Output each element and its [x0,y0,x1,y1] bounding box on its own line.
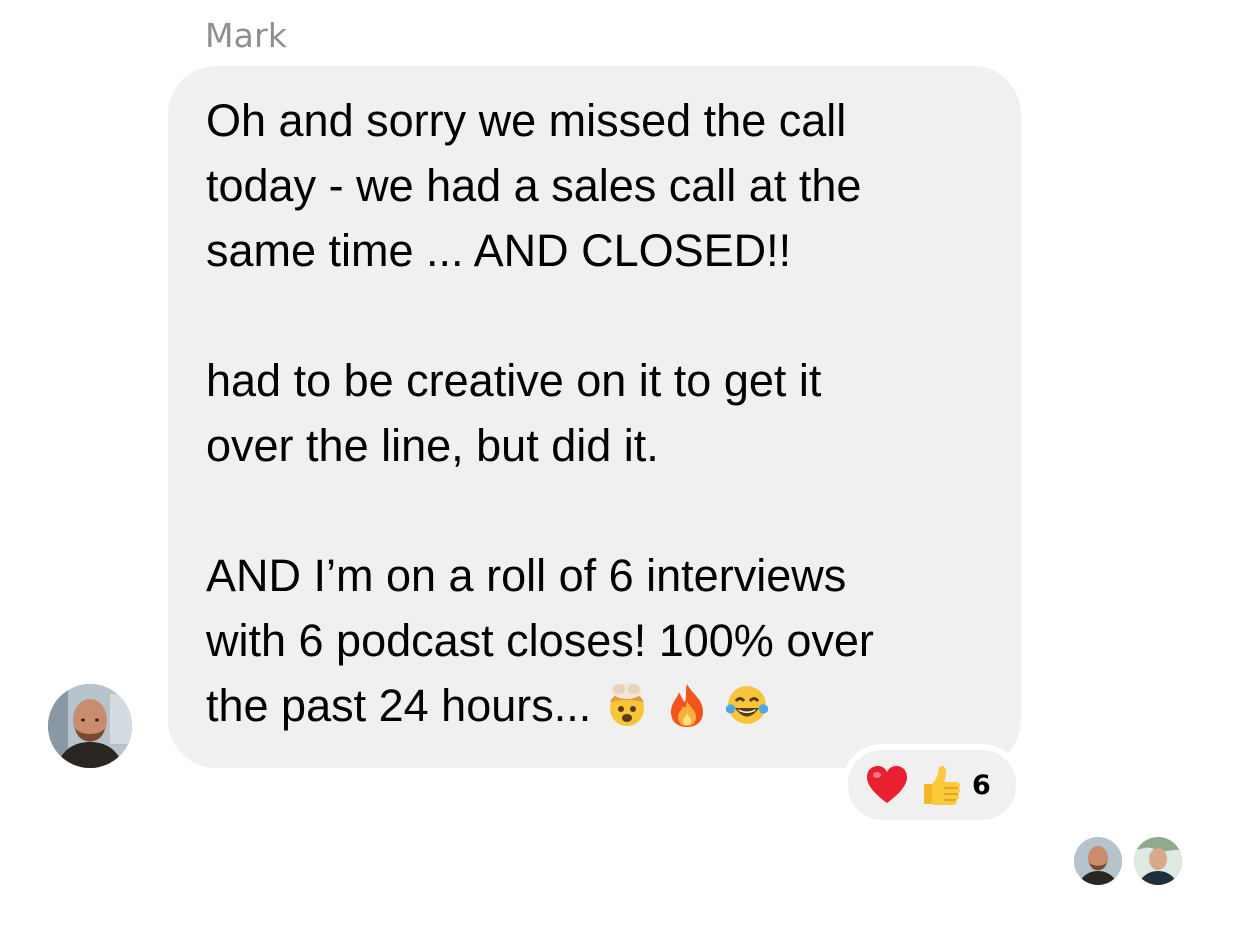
message-bubble[interactable]: Oh and sorry we missed the call today - … [168,66,1021,768]
thumbs-up-emoji [918,762,964,808]
sender-name: Mark [205,16,288,55]
message-paragraph: had to be creative on it to get it over … [206,355,822,471]
reactions-pill[interactable]: 6 [842,744,1022,826]
sender-avatar[interactable] [48,684,132,768]
fire-emoji [663,681,711,729]
tears-of-joy-emoji [723,681,771,729]
exploding-head-emoji [603,681,651,729]
message-paragraph-text: AND I’m on a roll of 6 interviews with 6… [206,550,874,731]
sender-avatar-image [48,684,132,768]
read-receipt-avatar [1134,837,1182,885]
red-heart-emoji [864,762,910,808]
read-receipt-avatar [1074,837,1122,885]
message-paragraph: Oh and sorry we missed the call today - … [206,95,862,276]
message-paragraph-last: AND I’m on a roll of 6 interviews with 6… [206,543,991,738]
reaction-count: 6 [972,769,991,801]
